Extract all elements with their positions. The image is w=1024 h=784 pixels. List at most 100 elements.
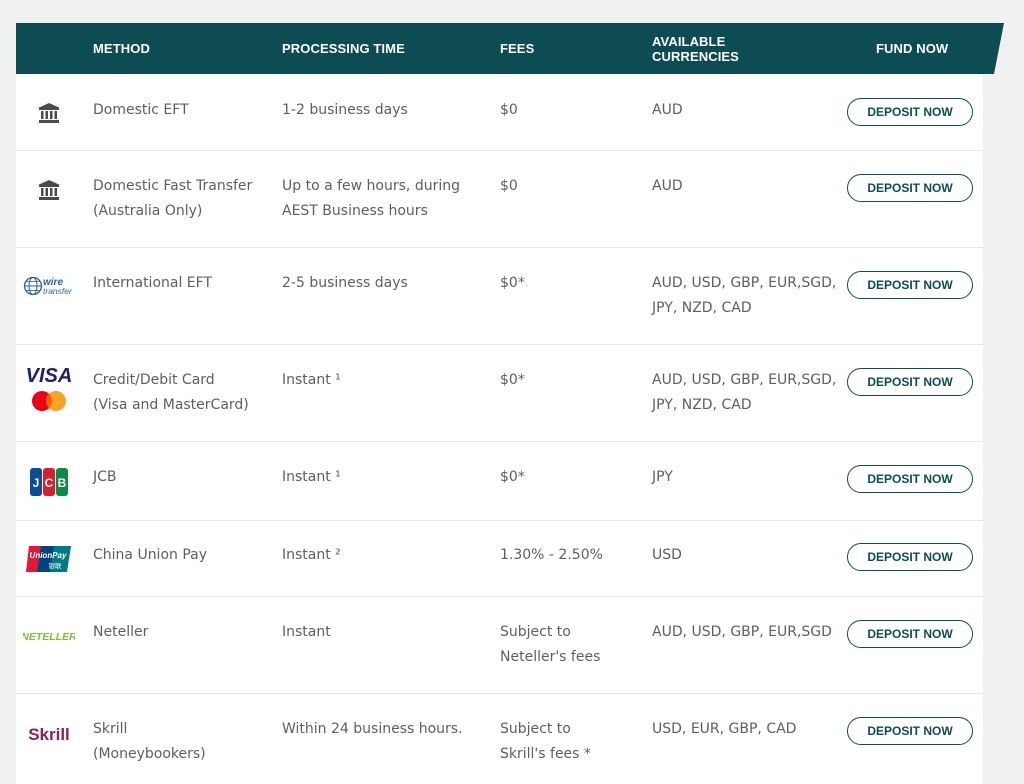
processing-time-cell: Instant xyxy=(282,620,482,645)
bank-icon xyxy=(22,179,76,201)
currencies-cell: AUD, USD, GBP, EUR,SGD, JPY, NZD, CAD xyxy=(652,271,842,321)
fees-cell: $0* xyxy=(500,465,640,490)
currencies-line1: AUD xyxy=(652,178,683,194)
deposit-now-button[interactable]: DEPOSIT NOW xyxy=(847,368,973,396)
unionpay-logo-text: UnionPay xyxy=(30,551,67,560)
method-name: China Union Pay xyxy=(93,547,208,563)
bank-icon xyxy=(22,102,76,124)
currencies-cell: AUD xyxy=(652,98,842,123)
table-row: UnionPay 银联 China Union Pay Instant ² 1.… xyxy=(16,521,983,597)
header-available-currencies: AVAILABLE CURRENCIES xyxy=(652,23,739,74)
processing-time-line1: Instant xyxy=(282,624,331,640)
fees-line1: $0* xyxy=(500,372,525,388)
currencies-line1: AUD, USD, GBP, EUR,SGD, xyxy=(652,372,837,388)
header-method: METHOD xyxy=(93,41,150,56)
fees-line1: Subject to xyxy=(500,624,571,640)
unionpay-logo-chinese: 银联 xyxy=(49,561,63,570)
header-fees: FEES xyxy=(500,41,535,56)
jcb-letter-c: C xyxy=(45,476,54,490)
table-row: Skrill Skrill (Moneybookers) Within 24 b… xyxy=(16,694,983,784)
jcb-letter-j: J xyxy=(33,476,40,490)
header-processing-time: PROCESSING TIME xyxy=(282,41,405,56)
visa-logo-text: VISA xyxy=(26,365,73,387)
method-cell: China Union Pay xyxy=(93,543,273,568)
processing-time-cell: 2-5 business days xyxy=(282,271,482,296)
currencies-line1: USD, EUR, GBP, CAD xyxy=(652,721,797,737)
currencies-cell: USD, EUR, GBP, CAD xyxy=(652,717,842,742)
processing-time-line1: Instant ¹ xyxy=(282,372,341,388)
neteller-logo-text: NETELLER xyxy=(23,631,75,643)
currencies-line1: JPY xyxy=(652,469,673,485)
skrill-logo-text: Skrill xyxy=(28,725,70,744)
fees-line1: $0* xyxy=(500,469,525,485)
currencies-line1: AUD, USD, GBP, EUR,SGD, xyxy=(652,275,837,291)
method-name: Domestic Fast Transfer xyxy=(93,178,253,194)
fees-cell: $0 xyxy=(500,98,640,123)
method-cell: International EFT xyxy=(93,271,273,296)
skrill-logo: Skrill xyxy=(22,723,76,745)
method-subtitle: (Moneybookers) xyxy=(93,746,206,762)
method-cell: JCB xyxy=(93,465,273,490)
fees-cell: Subject to Neteller's fees xyxy=(500,620,640,670)
deposit-now-button[interactable]: DEPOSIT NOW xyxy=(847,98,973,126)
currencies-line2: JPY, NZD, CAD xyxy=(652,300,752,316)
processing-time-line1: 1-2 business days xyxy=(282,102,408,118)
fees-cell: $0 xyxy=(500,174,640,199)
fees-line1: Subject to xyxy=(500,721,571,737)
processing-time-cell: 1-2 business days xyxy=(282,98,482,123)
fees-cell: 1.30% - 2.50% xyxy=(500,543,640,568)
unionpay-logo: UnionPay 银联 xyxy=(22,544,76,574)
method-cell: Neteller xyxy=(93,620,273,645)
fees-cell: $0* xyxy=(500,271,640,296)
method-name: International EFT xyxy=(93,275,213,291)
table-body: Domestic EFT 1-2 business days $0 AUD DE… xyxy=(16,74,983,784)
method-cell: Skrill (Moneybookers) xyxy=(93,717,273,767)
processing-time-line1: 2-5 business days xyxy=(282,275,408,291)
table-row: Domestic Fast Transfer (Australia Only) … xyxy=(16,151,983,248)
method-name: Neteller xyxy=(93,624,149,640)
currencies-cell: AUD, USD, GBP, EUR,SGD, JPY, NZD, CAD xyxy=(652,368,842,418)
deposit-now-button[interactable]: DEPOSIT NOW xyxy=(847,543,973,571)
deposit-now-button[interactable]: DEPOSIT NOW xyxy=(847,271,973,299)
currencies-cell: AUD, USD, GBP, EUR,SGD xyxy=(652,620,842,645)
processing-time-cell: Instant ¹ xyxy=(282,368,482,393)
table-row: wire transfer International EFT 2-5 busi… xyxy=(16,248,983,345)
funding-methods-table: METHOD PROCESSING TIME FEES AVAILABLE CU… xyxy=(16,23,1004,784)
jcb-logo: J C B xyxy=(22,467,76,497)
processing-time-cell: Up to a few hours, during AEST Business … xyxy=(282,174,482,224)
fees-line1: $0 xyxy=(500,102,518,118)
processing-time-line1: Instant ¹ xyxy=(282,469,341,485)
wire-logo-text-line2: transfer xyxy=(43,286,73,296)
fees-cell: Subject to Skrill's fees * xyxy=(500,717,640,767)
currencies-line1: USD xyxy=(652,547,682,563)
method-name: Skrill xyxy=(93,721,128,737)
header-currencies-line2: CURRENCIES xyxy=(652,48,739,64)
method-name: Domestic EFT xyxy=(93,102,189,118)
processing-time-cell: Instant ¹ xyxy=(282,465,482,490)
deposit-now-button[interactable]: DEPOSIT NOW xyxy=(847,620,973,648)
fees-line1: $0 xyxy=(500,178,518,194)
currencies-cell: JPY xyxy=(652,465,842,490)
processing-time-line2: AEST Business hours xyxy=(282,203,428,219)
fees-line1: 1.30% - 2.50% xyxy=(500,547,603,563)
method-cell: Domestic EFT xyxy=(93,98,273,123)
method-cell: Credit/Debit Card (Visa and MasterCard) xyxy=(93,368,273,418)
processing-time-cell: Within 24 business hours. xyxy=(282,717,482,742)
deposit-now-button[interactable]: DEPOSIT NOW xyxy=(847,465,973,493)
jcb-letter-b: B xyxy=(58,476,67,490)
method-subtitle: (Visa and MasterCard) xyxy=(93,397,249,413)
deposit-now-button[interactable]: DEPOSIT NOW xyxy=(847,174,973,202)
fees-cell: $0* xyxy=(500,368,640,393)
method-cell: Domestic Fast Transfer (Australia Only) xyxy=(93,174,273,224)
neteller-logo: NETELLER xyxy=(22,629,76,643)
fees-line2: Neteller's fees xyxy=(500,649,601,665)
table-row: Domestic EFT 1-2 business days $0 AUD DE… xyxy=(16,74,983,151)
currencies-cell: USD xyxy=(652,543,842,568)
table-row: VISA Credit/Debit Card (Visa and MasterC… xyxy=(16,345,983,442)
header-fund-now: FUND NOW xyxy=(876,41,949,56)
currencies-cell: AUD xyxy=(652,174,842,199)
deposit-now-button[interactable]: DEPOSIT NOW xyxy=(847,717,973,745)
processing-time-line1: Up to a few hours, during xyxy=(282,178,460,194)
currencies-line1: AUD, USD, GBP, EUR,SGD xyxy=(652,624,832,640)
method-subtitle: (Australia Only) xyxy=(93,203,203,219)
